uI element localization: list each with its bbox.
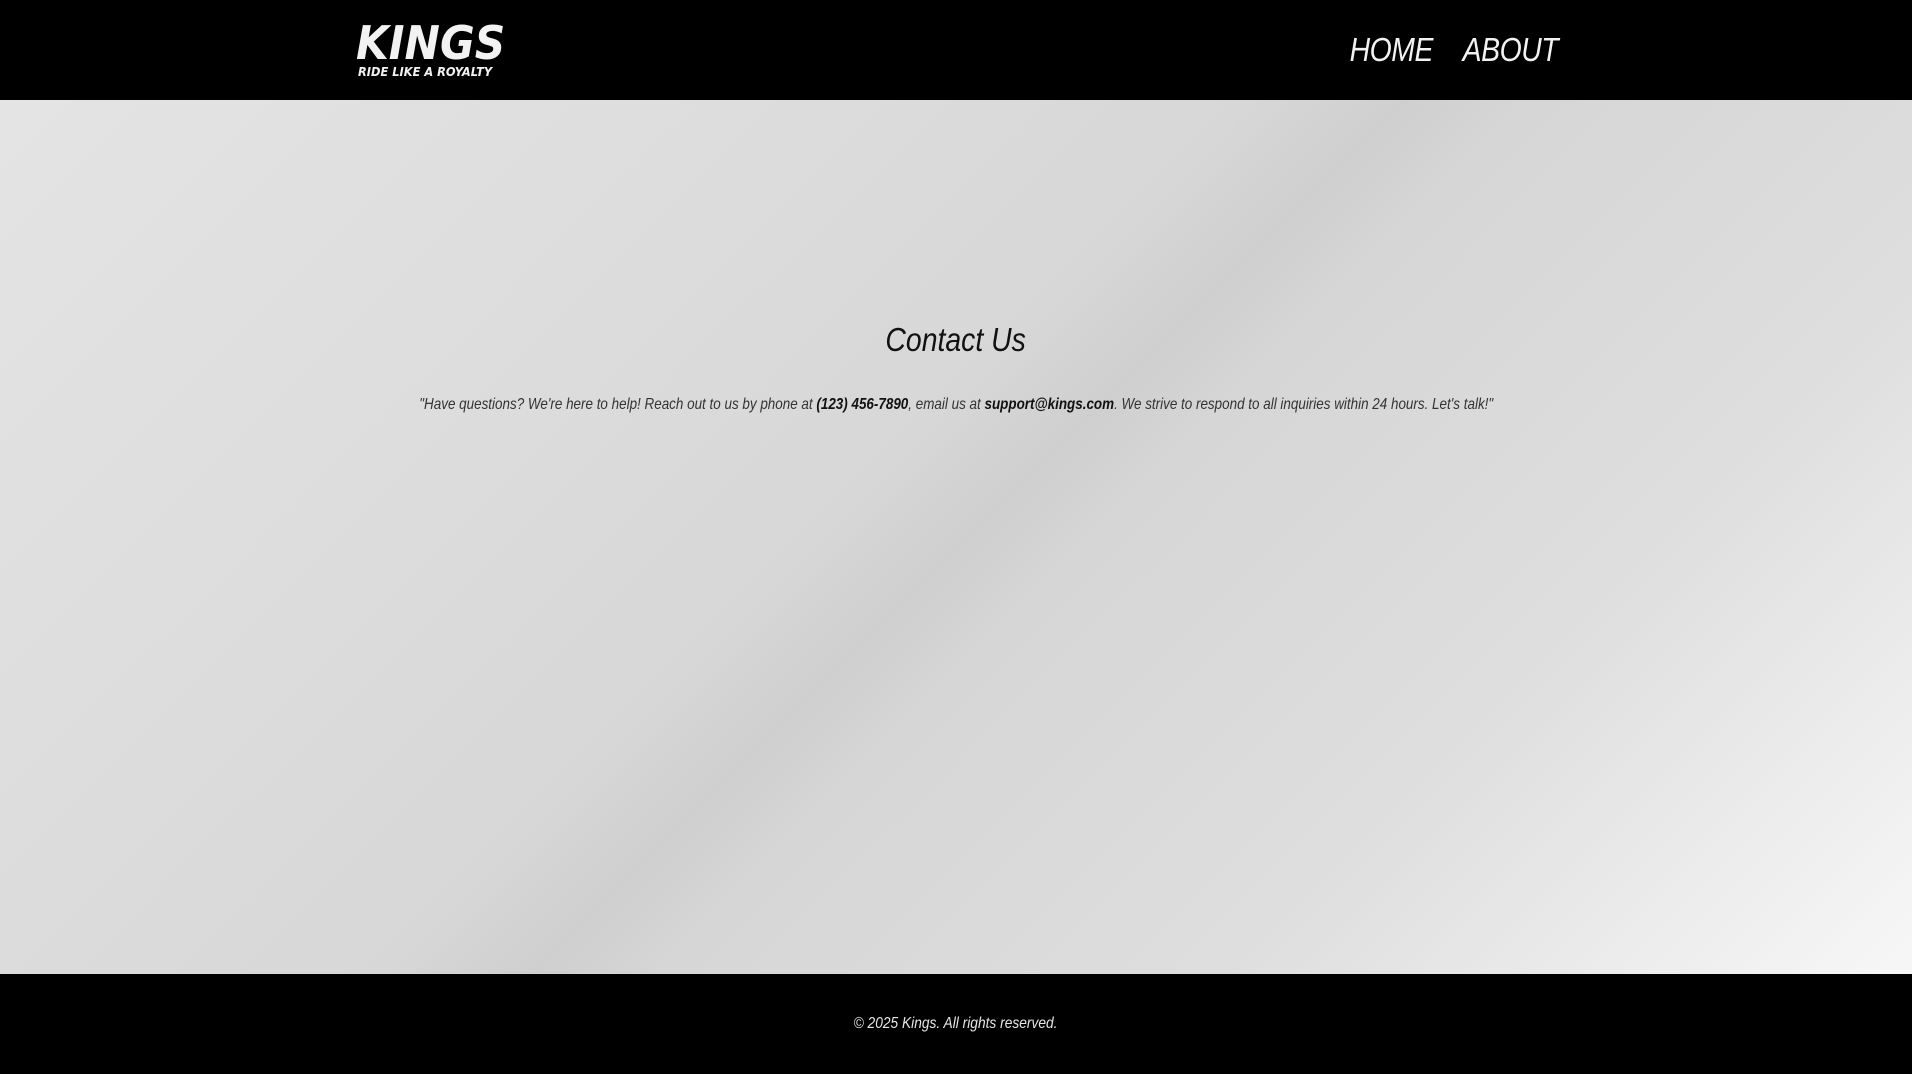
main-nav: HOME ABOUT (1336, 28, 1558, 72)
logo-wordmark: KINGS (356, 16, 506, 70)
site-footer: © 2025 Kings. All rights reserved. (0, 974, 1912, 1074)
kings-logo[interactable]: KINGS RIDE LIKE A ROYALTY (356, 20, 506, 80)
contact-section: Contact Us "Have questions? We're here t… (0, 100, 1912, 974)
site-header: KINGS RIDE LIKE A ROYALTY HOME ABOUT (0, 0, 1912, 100)
page-title: Contact Us (885, 321, 1027, 358)
contact-message-intro: "Have questions? We're here to help! Rea… (419, 396, 817, 413)
contact-message-outro: . We strive to respond to all inquiries … (1113, 396, 1493, 413)
contact-email: support@kings.com (984, 396, 1114, 413)
nav-home-link[interactable]: HOME (1349, 28, 1433, 72)
contact-message-middle: , email us at (908, 396, 985, 413)
logo-tagline: RIDE LIKE A ROYALTY (358, 65, 493, 79)
copyright-text: © 2025 Kings. All rights reserved. (854, 1015, 1058, 1032)
contact-message: "Have questions? We're here to help! Rea… (0, 394, 1912, 416)
nav-about-link[interactable]: ABOUT (1462, 28, 1558, 72)
contact-phone: (123) 456-7890 (816, 396, 909, 413)
